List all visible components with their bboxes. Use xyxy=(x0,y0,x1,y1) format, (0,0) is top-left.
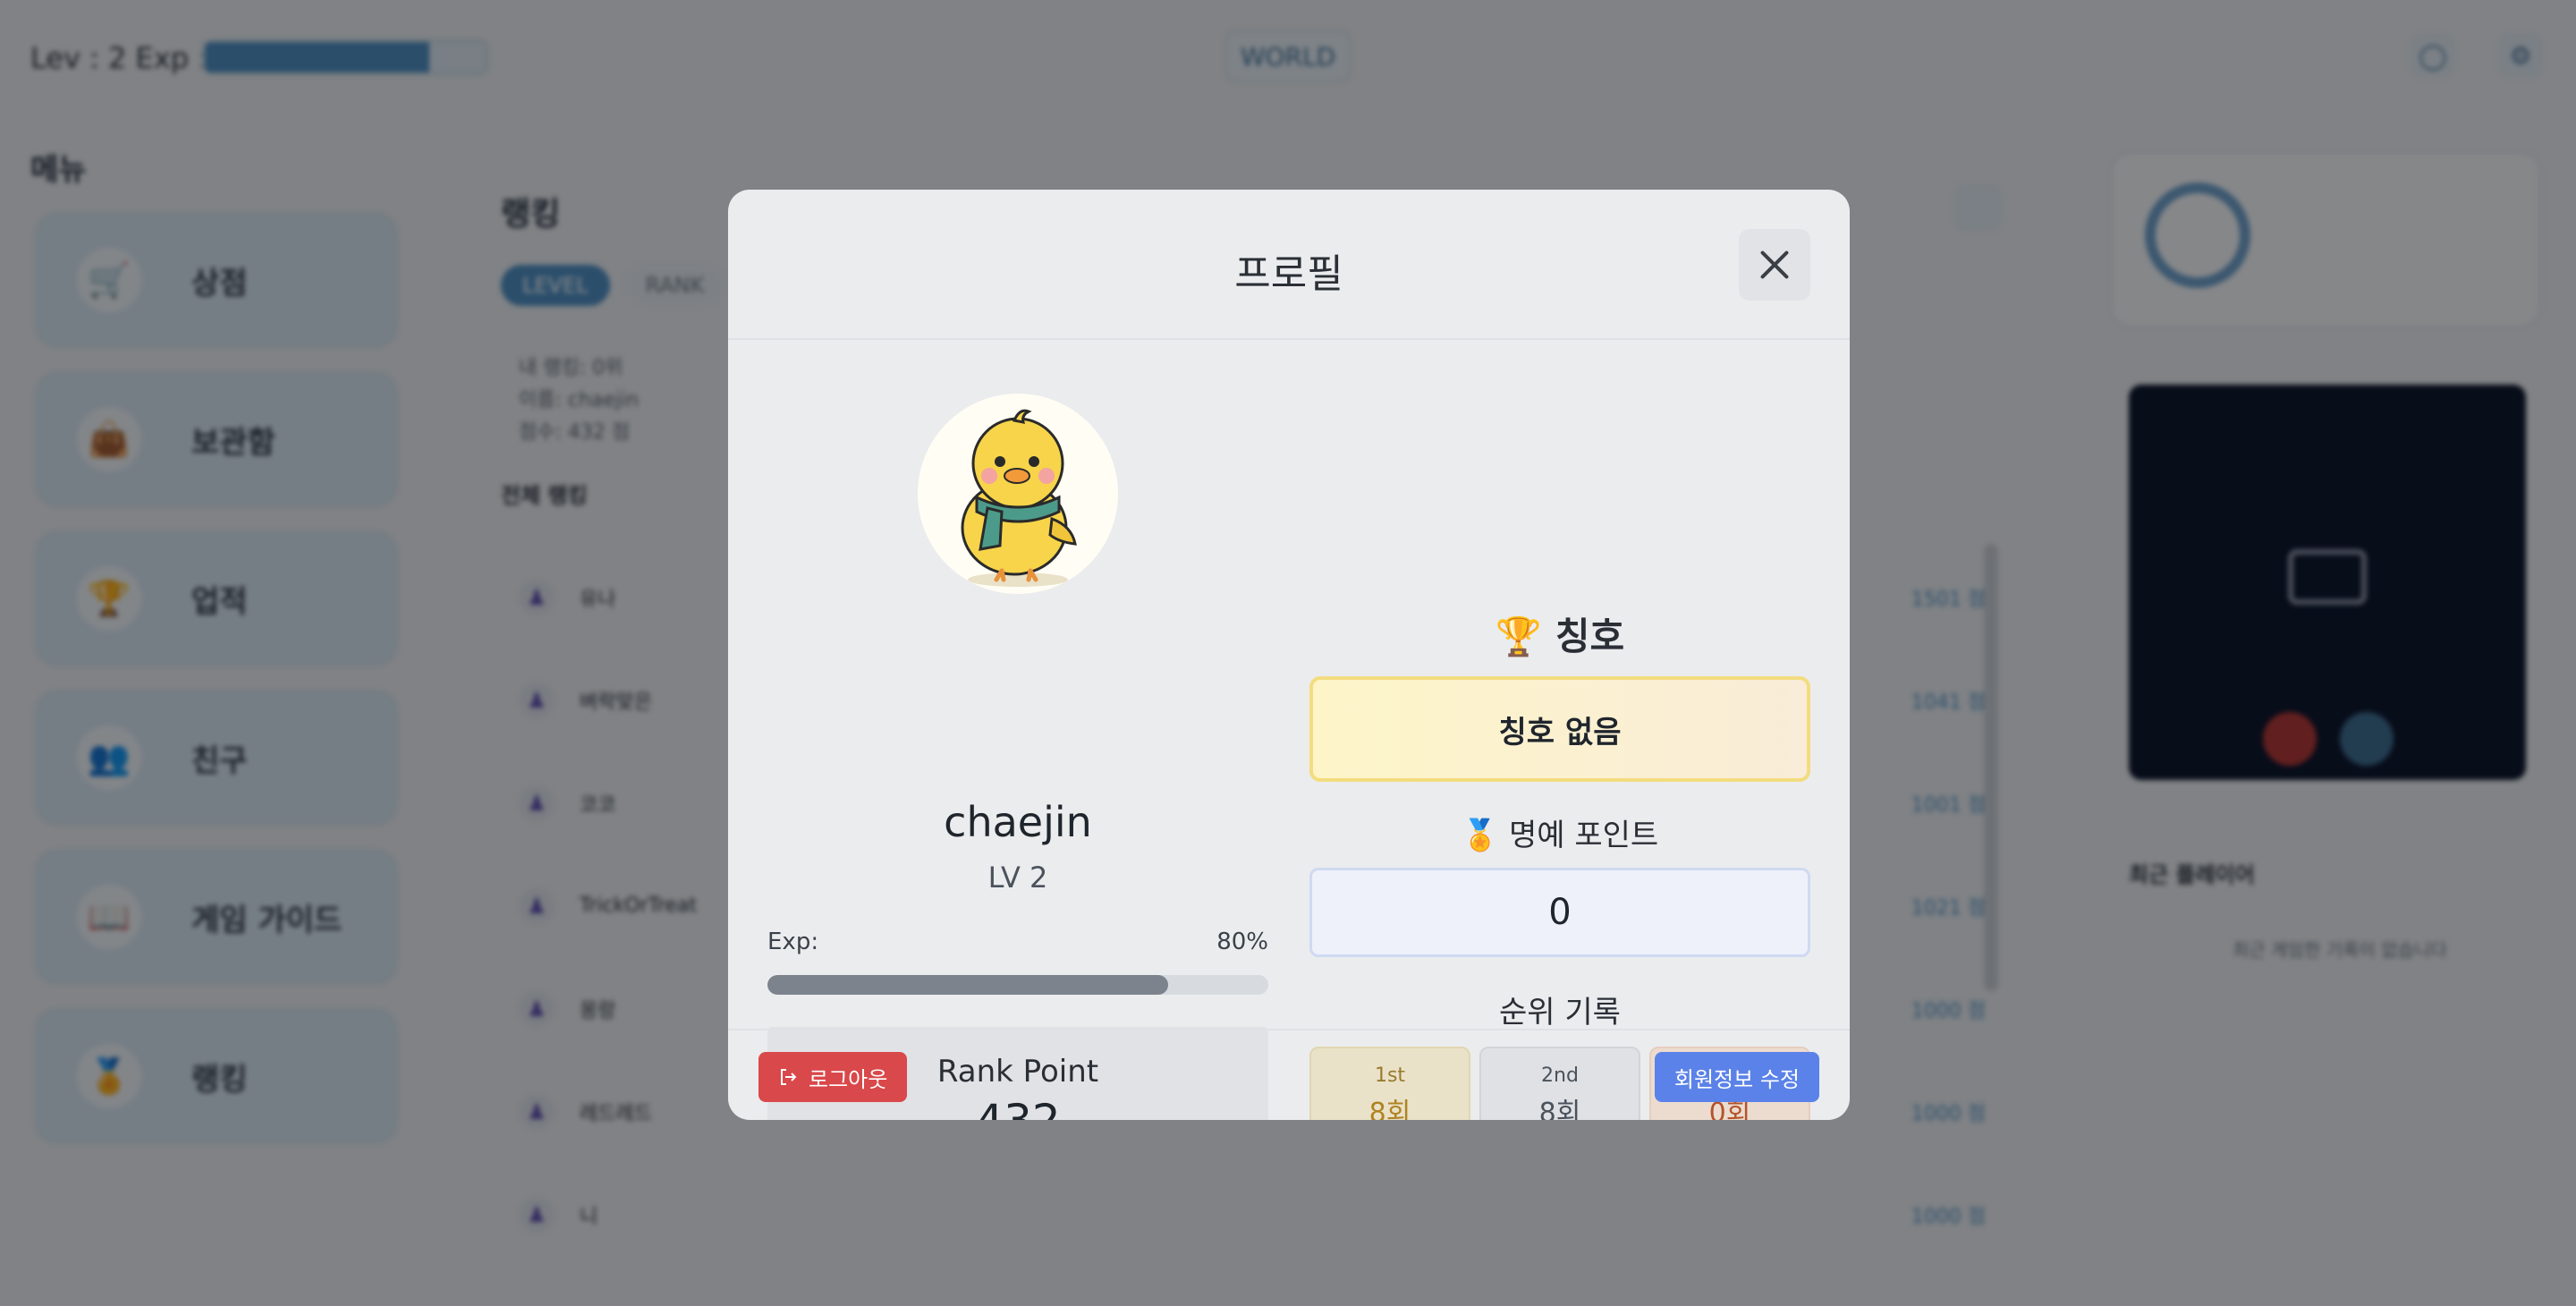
avatar xyxy=(918,394,1118,594)
exp-progress-bar xyxy=(767,975,1268,995)
logout-icon xyxy=(781,1069,797,1085)
record-section-heading: 순위 기록 xyxy=(1499,995,1621,1030)
user-level: LV 2 xyxy=(987,861,1048,895)
trophy-icon: 🏆 xyxy=(1495,615,1543,658)
close-icon xyxy=(1759,250,1790,280)
title-value-box: 칭호 없음 xyxy=(1309,676,1810,782)
exp-progress-fill xyxy=(767,975,1168,995)
username: chaejin xyxy=(944,798,1092,846)
title-section-label: 칭호 xyxy=(1555,615,1625,658)
modal-footer: 로그아웃 회원정보 수정 xyxy=(728,1029,1850,1120)
medal-icon: 🏅 xyxy=(1461,818,1500,853)
duck-avatar-icon xyxy=(961,409,1077,587)
close-button[interactable] xyxy=(1739,229,1810,301)
modal-title: 프로필 xyxy=(1234,251,1343,297)
exp-row: Exp: 80% xyxy=(767,929,1268,955)
honor-points-value: 0 xyxy=(1309,868,1810,957)
exp-percent: 80% xyxy=(1216,929,1268,955)
honor-section-heading: 🏅 명예 포인트 xyxy=(1309,810,1810,854)
logout-button[interactable]: 로그아웃 xyxy=(758,1052,908,1102)
edit-profile-button[interactable]: 회원정보 수정 xyxy=(1654,1052,1819,1102)
exp-label: Exp: xyxy=(767,929,819,955)
title-section-heading: 🏆 칭호 xyxy=(1309,606,1810,661)
profile-modal: 프로필 chaejin LV 2 Exp: 80% Rank Point 🏆 칭… xyxy=(728,190,1850,1120)
logout-label: 로그아웃 xyxy=(809,1066,888,1092)
honor-section-label: 명예 포인트 xyxy=(1508,818,1659,853)
modal-header: 프로필 xyxy=(728,190,1850,340)
